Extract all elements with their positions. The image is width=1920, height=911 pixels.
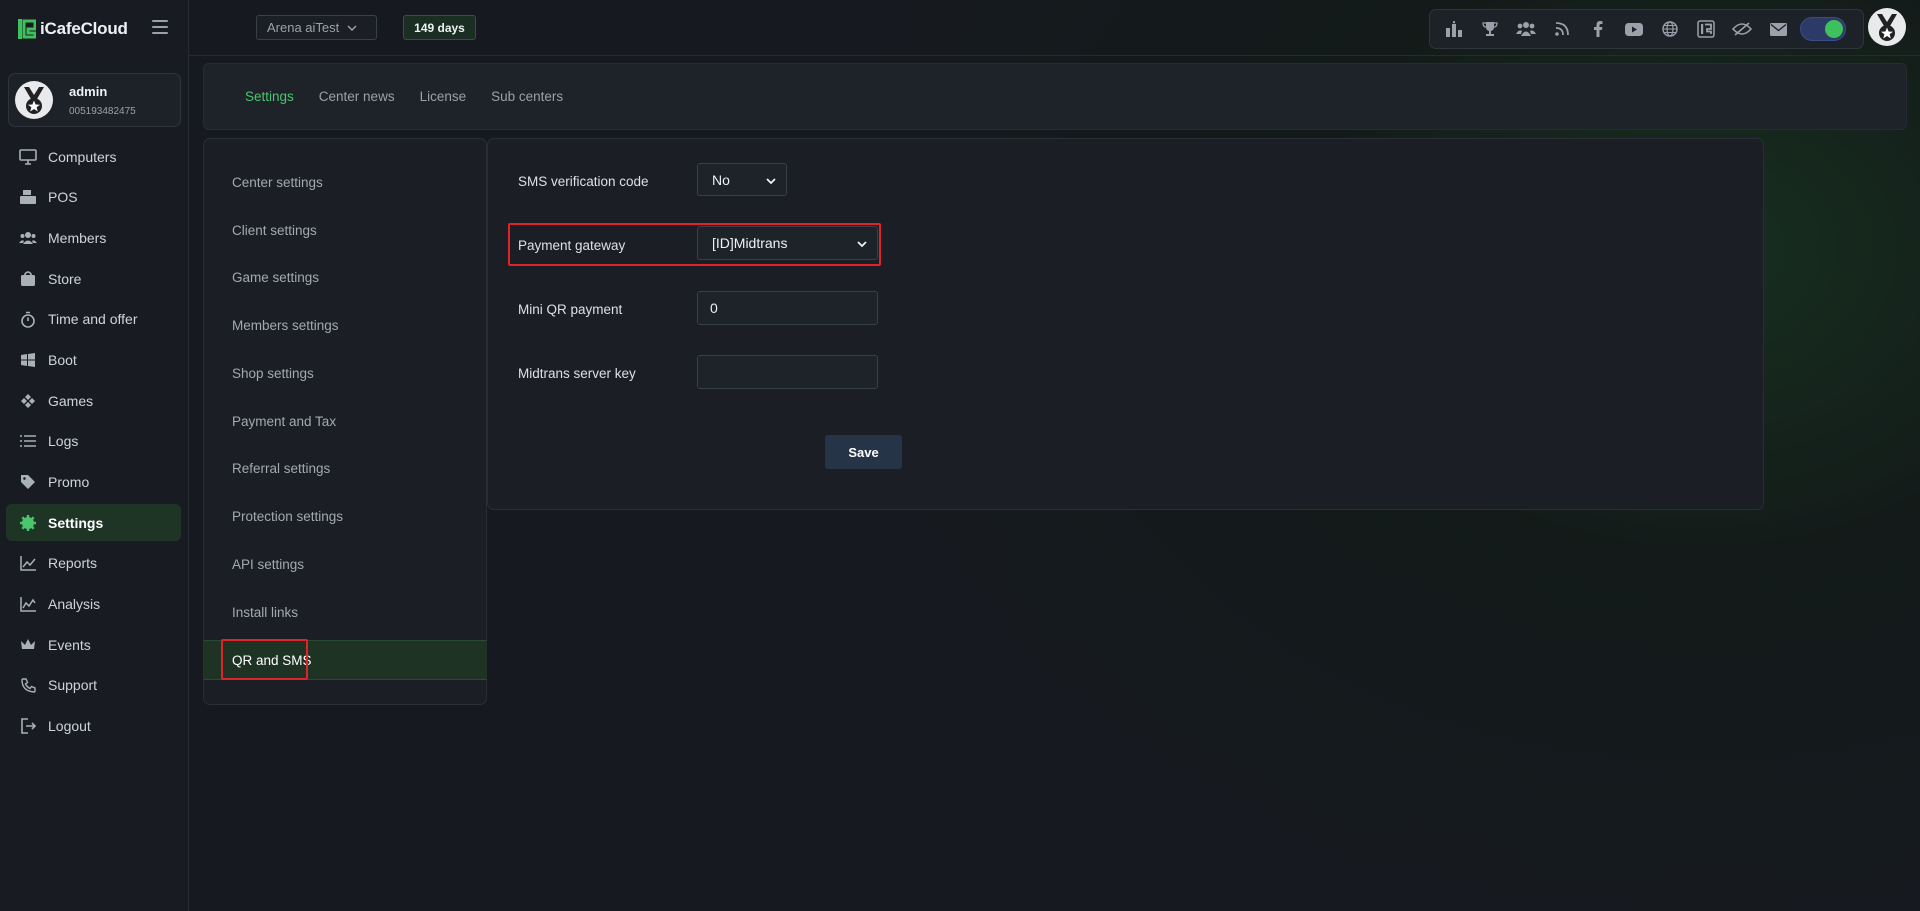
nav-item-events[interactable]: Events [6, 626, 181, 663]
nav-item-settings[interactable]: Settings [6, 504, 181, 542]
sidebar: iCafeCloud admin 005193482475 Computers … [0, 0, 189, 911]
facebook-icon[interactable] [1580, 11, 1616, 47]
payment-gateway-value: [ID]Midtrans [712, 235, 788, 251]
submenu-center-settings[interactable]: Center settings [204, 162, 487, 202]
theme-toggle[interactable] [1800, 17, 1846, 41]
submenu-install-links[interactable]: Install links [204, 592, 487, 632]
toggle-knob [1825, 20, 1843, 38]
midtrans-server-key-input[interactable] [697, 355, 878, 389]
line-chart-icon [19, 554, 37, 572]
mail-icon[interactable] [1760, 11, 1796, 47]
save-button[interactable]: Save [825, 435, 902, 469]
submenu-api-settings[interactable]: API settings [204, 544, 487, 584]
sms-verification-select[interactable]: No [697, 163, 787, 196]
windows-icon [19, 351, 37, 369]
nav-item-time-and-offer[interactable]: Time and offer [6, 301, 181, 338]
youtube-icon[interactable] [1616, 11, 1652, 47]
nav-item-store[interactable]: Store [6, 260, 181, 297]
center-name: Arena aiTest [267, 20, 340, 35]
tab-sub-centers[interactable]: Sub centers [491, 89, 563, 104]
settings-submenu: Center settings Client settings Game set… [203, 138, 487, 705]
nav-item-members[interactable]: Members [6, 219, 181, 256]
phone-icon [19, 676, 37, 694]
submenu-protection-settings[interactable]: Protection settings [204, 496, 487, 536]
tab-center-news[interactable]: Center news [319, 89, 395, 104]
profile-avatar[interactable] [1868, 8, 1906, 46]
avatar [15, 81, 53, 119]
pos-register-icon [19, 188, 37, 206]
sms-verification-value: No [712, 171, 730, 188]
logo-text: iCafeCloud [40, 19, 128, 38]
menu-toggle-icon[interactable] [152, 20, 168, 34]
nav-item-reports[interactable]: Reports [6, 545, 181, 582]
submenu-payment-and-tax[interactable]: Payment and Tax [204, 401, 487, 441]
midtrans-server-key-label: Midtrans server key [518, 366, 636, 381]
submenu-members-settings[interactable]: Members settings [204, 305, 487, 345]
stopwatch-icon [19, 310, 37, 328]
monitor-icon [19, 148, 37, 166]
user-id: 005193482475 [69, 105, 136, 117]
chevron-down-icon [766, 172, 776, 188]
eye-slash-icon[interactable] [1724, 11, 1760, 47]
icafe-logo-icon [18, 19, 36, 39]
mini-qr-payment-label: Mini QR payment [518, 302, 623, 317]
payment-gateway-select[interactable]: [ID]Midtrans [697, 226, 878, 260]
sms-verification-label: SMS verification code [518, 174, 649, 189]
nav-item-pos[interactable]: POS [6, 179, 181, 216]
trophy-icon[interactable] [1472, 11, 1508, 47]
nav-item-computers[interactable]: Computers [6, 138, 181, 175]
tab-settings[interactable]: Settings [245, 89, 294, 104]
tag-icon [19, 473, 37, 491]
nav-item-games[interactable]: Games [6, 382, 181, 419]
group-icon[interactable] [1508, 11, 1544, 47]
chevron-down-icon [347, 20, 357, 35]
gear-icon [19, 514, 37, 532]
logout-icon [19, 717, 37, 735]
settings-tabs: Settings Center news License Sub centers [203, 63, 1907, 130]
crown-icon [19, 636, 37, 654]
list-icon [19, 432, 37, 450]
area-chart-icon [19, 595, 37, 613]
globe-icon[interactable] [1652, 11, 1688, 47]
ranking-icon[interactable] [1436, 11, 1472, 47]
submenu-game-settings[interactable]: Game settings [204, 257, 487, 297]
mini-qr-payment-input[interactable]: 0 [697, 291, 878, 325]
user-name: admin [69, 83, 108, 99]
submenu-shop-settings[interactable]: Shop settings [204, 353, 487, 393]
nav-item-promo[interactable]: Promo [6, 464, 181, 501]
rss-icon[interactable] [1544, 11, 1580, 47]
nav-item-analysis[interactable]: Analysis [6, 586, 181, 623]
submenu-referral-settings[interactable]: Referral settings [204, 448, 487, 488]
submenu-qr-and-sms[interactable]: QR and SMS [204, 640, 487, 680]
submenu-client-settings[interactable]: Client settings [204, 210, 487, 250]
license-days-badge: 149 days [403, 15, 476, 40]
chevron-down-icon [857, 235, 867, 251]
gamepad-icon [19, 392, 37, 410]
shopping-bag-icon [19, 270, 37, 288]
qr-sms-form: SMS verification code No Payment gateway… [487, 138, 1764, 510]
quick-links-bar [1429, 9, 1864, 49]
user-card[interactable]: admin 005193482475 [8, 73, 181, 127]
nav-item-boot[interactable]: Boot [6, 341, 181, 378]
app-logo[interactable]: iCafeCloud [18, 17, 128, 41]
nav-item-support[interactable]: Support [6, 667, 181, 704]
users-icon [19, 229, 37, 247]
center-selector[interactable]: Arena aiTest [256, 15, 377, 40]
nav-item-logs[interactable]: Logs [6, 423, 181, 460]
payment-gateway-label: Payment gateway [518, 238, 626, 253]
nav-item-logout[interactable]: Logout [6, 708, 181, 745]
icafe-icon[interactable] [1688, 11, 1724, 47]
tab-license[interactable]: License [420, 89, 467, 104]
main-nav: Computers POS Members Store Time and off… [6, 138, 181, 748]
